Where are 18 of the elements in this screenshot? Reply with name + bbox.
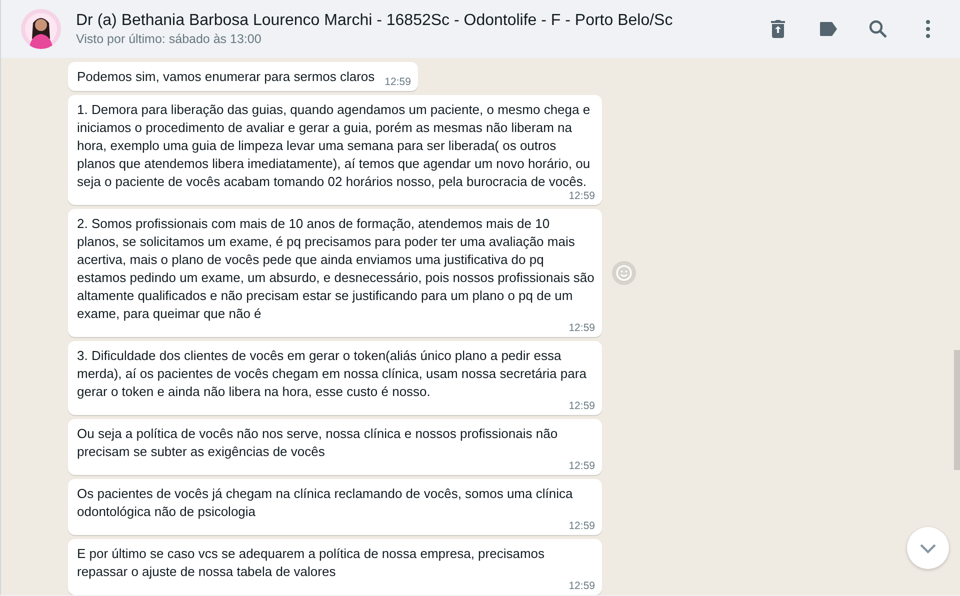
- message-text: 1. Demora para liberação das guias, quando agendamos um paciente, o mesmo chega e iniciamos o procedimento de avaliar e gerar a guia, porém as mesmas não liberam na hora, exemplo uma guia de limpeza levar uma semana para ser liberada( os outros planos que atendemos libera imediatamente), aí temos que agendar um novo horário, ou seja o paciente de vocês acabam tomando 02 horários nosso, pela burocracia de vocês.: [77, 101, 592, 191]
- message-text: 2. Somos profissionais com mais de 10 anos de formação, atendemos mais de 10 planos, se solicitamos um exame, é pq precisamos para poder ter uma avaliação mais acertiva, mais o plano de vocês pede que ainda enviamos uma justificativa do pq estamos pedindo um exame, um absurdo, e desnecessário, pois nossos profissionais são altamente qualificados e não precisam estar se justificando para um plano o pq de um exame, para queimar que não é: [77, 215, 595, 323]
- message-time: 12:59: [568, 191, 595, 202]
- message-time: 12:59: [568, 401, 595, 412]
- scrollbar-thumb[interactable]: [954, 350, 960, 470]
- message-text: 3. Dificuldade dos clientes de vocês em gerar o token(aliás único plano a pedir essa merda), aí os pacientes de vocês chegam em nossa clínica, usam nossa secretária para gerar o token e ainda não libera na hora, esse custo é nosso.: [77, 347, 588, 401]
- message-time: 12:59: [568, 581, 595, 592]
- message-text: Ou seja a política de vocês não nos serve, nossa clínica e nossos profissionais não precisam se subter as exigências de vocês: [77, 425, 559, 461]
- message-text: E por último se caso vcs se adequarem a política de nossa empresa, precisamos repassar o ajuste de nossa tabela de valores: [77, 545, 546, 581]
- message-text: Os pacientes de vocês já chegam na clínica reclamando de vocês, somos uma clínica odontológica não de psicologia: [77, 485, 574, 521]
- contact-name: Dr (a) Bethania Barbosa Lourenco Marchi - 16852Sc - Odontolife - F - Porto Belo/Sc: [76, 12, 674, 30]
- message-time: 12:59: [384, 77, 411, 88]
- message-time: 12:59: [568, 323, 595, 334]
- message-text: Podemos sim, vamos enumerar para sermos claros: [77, 68, 375, 86]
- last-seen-status: Visto por último: sábado às 13:00: [76, 32, 262, 46]
- message-time: 12:59: [568, 521, 595, 532]
- message-time: 12:59: [568, 461, 595, 472]
- chevron-down-icon: [919, 542, 937, 554]
